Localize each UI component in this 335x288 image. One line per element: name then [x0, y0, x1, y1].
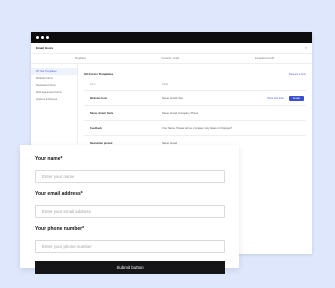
row-name: Name, Email, Suite — [90, 111, 114, 115]
window-dot-icon[interactable] — [41, 36, 44, 39]
help-links-link[interactable]: Show help links — [267, 97, 284, 100]
row-actions: Show help links Create — [267, 95, 304, 101]
tabs-row: Templates Contacts / Leads Integrations … — [31, 54, 312, 64]
window-title-bar — [31, 32, 312, 43]
tab-contacts[interactable]: Contacts / Leads — [161, 57, 179, 60]
name-field-group: Your name* — [35, 156, 225, 183]
main-header: All Forms Templates Request a form — [84, 70, 306, 78]
row-fields: Your Name, Please tell us, 2 Answer, Any… — [162, 126, 233, 130]
sidebar-item-website-forms[interactable]: Website Forms — [31, 75, 77, 82]
name-label: Your name* — [35, 156, 63, 162]
window-dot-icon[interactable] — [36, 36, 39, 39]
row-name: Feedback — [90, 126, 102, 130]
main-heading: All Forms Templates — [84, 72, 114, 76]
email-input[interactable] — [35, 205, 225, 218]
row-fields: Name, Email, Site — [162, 96, 183, 100]
sidebar-item-all-templates[interactable]: All Your Templates — [31, 68, 77, 75]
submit-button[interactable]: Submit button — [35, 261, 225, 274]
sidebar-item-quizzes[interactable]: Quizzes & Surveys — [31, 96, 77, 103]
contact-form: Your name* Your email address* Your phon… — [20, 145, 239, 274]
name-input[interactable] — [35, 170, 225, 183]
sidebar-item-newsletter-forms[interactable]: Newsletter Forms — [31, 82, 77, 89]
app-header: Email Hosts × — [31, 43, 312, 54]
table-row[interactable]: Website Form Name, Email, Site Show help… — [84, 90, 306, 105]
window-dot-icon[interactable] — [46, 36, 49, 39]
create-button[interactable]: Create — [288, 95, 304, 101]
table-row[interactable]: Name, Email, Suite Name, Email, Company,… — [84, 105, 306, 120]
email-label: Your email address* — [35, 191, 83, 197]
request-form-link[interactable]: Request a form — [289, 73, 306, 76]
tab-templates[interactable]: Templates — [75, 57, 86, 60]
app-title: Email Hosts — [36, 46, 54, 50]
table-row[interactable]: Feedback Your Name, Please tell us, 2 An… — [84, 120, 306, 135]
phone-input[interactable] — [35, 240, 225, 253]
phone-label: Your phone number* — [35, 226, 85, 232]
close-icon[interactable]: × — [305, 46, 307, 50]
row-name: Website Form — [90, 96, 108, 100]
tab-integrations[interactable]: Integrations & API — [255, 57, 274, 60]
row-fields: Name, Email, Company, Phone — [162, 111, 199, 115]
email-field-group: Your email address* — [35, 191, 225, 218]
sidebar-item-agreement-forms[interactable]: Web Agreement Forms — [31, 89, 77, 96]
phone-field-group: Your phone number* — [35, 226, 225, 253]
